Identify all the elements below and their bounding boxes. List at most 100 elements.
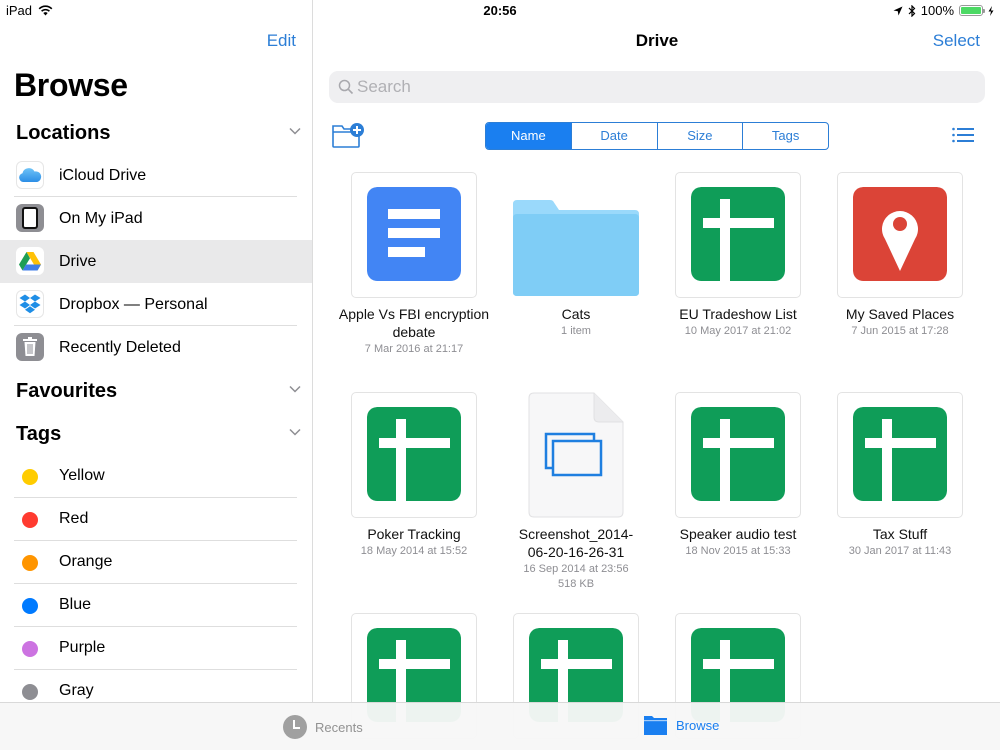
trash-icon	[16, 333, 44, 361]
sort-segmented-control: Name Date Size Tags	[485, 122, 829, 150]
status-bar: iPad 20:56 100%	[0, 0, 1000, 22]
file-size: 518 KB	[557, 578, 595, 590]
chevron-down-icon[interactable]	[288, 382, 302, 396]
location-item-dropbox[interactable]: Dropbox — Personal	[0, 283, 312, 326]
location-item-recently-deleted[interactable]: Recently Deleted	[0, 326, 312, 369]
google-drive-icon	[16, 247, 44, 275]
tag-item-orange[interactable]: Orange	[0, 541, 312, 584]
folder-item-count: 1 item	[561, 325, 591, 337]
search-input[interactable]	[357, 71, 957, 103]
location-arrow-icon	[893, 6, 903, 15]
file-name: Cats	[561, 306, 591, 322]
file-name: Tax Stuff	[872, 526, 928, 542]
tag-item-yellow[interactable]: Yellow	[0, 455, 312, 498]
file-name: EU Tradeshow List	[679, 306, 797, 322]
main-content: Drive Select Name Date Size Tags Apple V…	[314, 0, 1000, 739]
battery-icon	[959, 5, 985, 16]
tag-color-dot	[22, 598, 38, 614]
tag-label: Yellow	[59, 467, 105, 484]
tag-color-dot	[22, 641, 38, 657]
file-name: Apple Vs FBI encryption debate	[338, 306, 490, 340]
tag-color-dot	[22, 512, 38, 528]
google-sheets-icon	[691, 407, 785, 501]
section-favourites[interactable]: Favourites	[16, 380, 306, 403]
sort-by-tags[interactable]: Tags	[742, 123, 828, 149]
tab-recents[interactable]: Recents	[283, 715, 363, 739]
tab-browse[interactable]: Browse	[643, 715, 719, 736]
tag-color-dot	[22, 684, 38, 700]
search-icon	[338, 79, 354, 95]
file-name: Screenshot_2014-06-20-16-26-31	[518, 526, 634, 560]
select-button[interactable]: Select	[933, 31, 980, 51]
location-label: On My iPad	[59, 209, 143, 227]
edit-button[interactable]: Edit	[267, 31, 296, 51]
file-name: Poker Tracking	[367, 526, 461, 542]
section-tags[interactable]: Tags	[16, 423, 306, 446]
folder-icon	[644, 716, 667, 735]
file-date: 16 Sep 2014 at 23:56	[523, 563, 629, 575]
image-file-icon	[528, 392, 624, 518]
tag-label: Purple	[59, 639, 106, 656]
list-view-button[interactable]	[952, 127, 974, 143]
file-date: 10 May 2017 at 21:02	[684, 325, 792, 337]
location-item-drive[interactable]: Drive	[0, 240, 312, 283]
file-date: 18 Nov 2015 at 15:33	[685, 545, 791, 557]
search-bar[interactable]	[329, 71, 985, 103]
google-sheets-icon	[691, 187, 785, 281]
tag-label: Red	[59, 510, 89, 527]
location-label: Dropbox — Personal	[59, 295, 208, 313]
tag-label: Gray	[59, 682, 94, 699]
charging-bolt-icon	[988, 5, 994, 16]
bluetooth-icon	[908, 4, 916, 17]
page-title: Drive	[635, 31, 679, 50]
tab-bar: Recents Browse	[0, 702, 1000, 750]
google-sheets-icon	[367, 407, 461, 501]
file-name: My Saved Places	[845, 306, 955, 322]
file-name: Speaker audio test	[679, 526, 797, 542]
file-thumbnail	[837, 392, 963, 518]
tag-item-purple[interactable]: Purple	[0, 627, 312, 670]
clock-icon	[283, 715, 307, 739]
google-sheets-icon	[853, 407, 947, 501]
chevron-down-icon[interactable]	[288, 425, 302, 439]
location-label: iCloud Drive	[59, 166, 147, 184]
tab-browse-label: Browse	[676, 718, 720, 733]
sort-by-name[interactable]: Name	[486, 123, 571, 149]
clock: 20:56	[483, 3, 517, 18]
ipad-icon	[16, 204, 44, 232]
tag-color-dot	[22, 469, 38, 485]
tab-recents-label: Recents	[315, 719, 363, 735]
locations-list: iCloud Drive On My iPad Drive Dropbox — …	[0, 154, 312, 369]
file-date: 18 May 2014 at 15:52	[360, 545, 468, 557]
chevron-down-icon[interactable]	[288, 124, 302, 138]
folder-icon	[513, 200, 639, 296]
battery-percent: 100%	[920, 3, 954, 18]
dropbox-icon	[16, 290, 44, 318]
tag-label: Blue	[59, 596, 92, 613]
file-date: 30 Jan 2017 at 11:43	[848, 545, 952, 557]
file-thumbnail	[675, 392, 801, 518]
file-thumbnail	[351, 392, 477, 518]
location-item-on-my-ipad[interactable]: On My iPad	[0, 197, 312, 240]
file-thumbnail	[837, 172, 963, 298]
google-docs-icon	[367, 187, 461, 281]
tag-color-dot	[22, 555, 38, 571]
file-date: 7 Jun 2015 at 17:28	[851, 325, 949, 337]
section-locations-label: Locations	[16, 122, 111, 144]
sort-by-size[interactable]: Size	[656, 123, 743, 149]
new-folder-button[interactable]	[332, 121, 366, 149]
location-item-icloud-drive[interactable]: iCloud Drive	[0, 154, 312, 197]
tag-item-red[interactable]: Red	[0, 498, 312, 541]
tag-label: Orange	[59, 553, 113, 570]
google-maps-pin-icon	[853, 187, 947, 281]
file-date: 7 Mar 2016 at 21:17	[364, 343, 464, 355]
icloud-icon	[16, 161, 44, 189]
battery-fill	[961, 7, 981, 14]
section-favourites-label: Favourites	[16, 380, 118, 402]
section-locations[interactable]: Locations	[16, 122, 306, 145]
sidebar-title: Browse	[14, 67, 128, 103]
sidebar: Edit Browse Locations iCloud Drive On My…	[0, 0, 313, 702]
sort-by-date[interactable]: Date	[570, 123, 657, 149]
location-label: Drive	[59, 252, 97, 270]
tag-item-blue[interactable]: Blue	[0, 584, 312, 627]
